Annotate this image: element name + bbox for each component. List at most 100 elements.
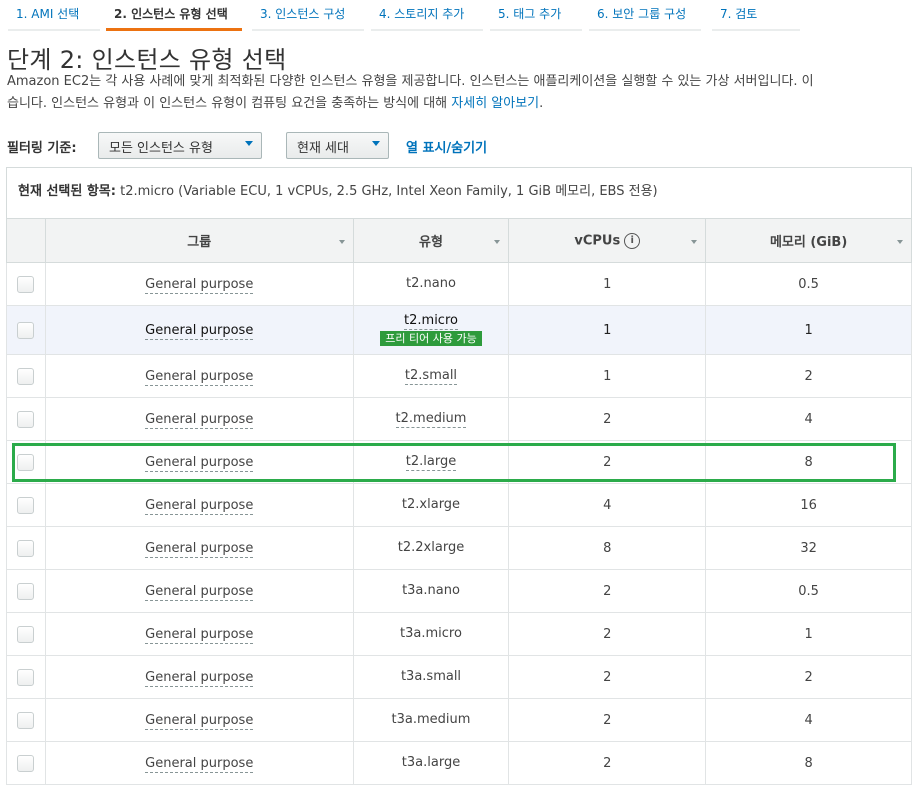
- table-row[interactable]: General purpose t2.medium 2 4: [6, 397, 912, 441]
- memory-value: 16: [800, 497, 817, 513]
- vcpus-cell: 2: [508, 655, 707, 699]
- step-add-tags[interactable]: 5. 태그 추가: [490, 0, 582, 31]
- type-cell: t2.xlarge: [352, 483, 510, 527]
- row-checkbox[interactable]: [17, 582, 35, 600]
- group-column-header[interactable]: 그룹: [44, 218, 354, 263]
- table-row[interactable]: General purpose t2.micro 프리 티어 사용 가능 1 1: [6, 305, 912, 355]
- memory-header-label: 메모리 (GiB): [769, 235, 848, 250]
- row-select-cell[interactable]: [6, 526, 46, 570]
- row-select-cell[interactable]: [6, 397, 46, 441]
- row-checkbox[interactable]: [17, 625, 35, 643]
- description-line-2: 습니다. 인스턴스 유형과 이 인스턴스 유형이 컴퓨팅 요건을 충족하는 방식…: [7, 93, 912, 115]
- row-select-cell[interactable]: [6, 262, 46, 306]
- instance-type-filter-select[interactable]: 모든 인스턴스 유형: [98, 132, 262, 159]
- table-row[interactable]: General purpose t3a.micro 2 1: [6, 612, 912, 656]
- memory-value: 8: [804, 755, 813, 771]
- vcpus-cell: 2: [508, 741, 707, 785]
- group-value: General purpose: [145, 755, 254, 773]
- step-ami[interactable]: 1. AMI 선택: [8, 0, 100, 31]
- group-cell: General purpose: [44, 483, 354, 527]
- group-value: General purpose: [145, 583, 254, 601]
- memory-value: 2: [804, 368, 813, 384]
- row-select-cell[interactable]: [6, 612, 46, 656]
- vcpus-cell: 4: [508, 483, 707, 527]
- type-value: t2.xlarge: [401, 497, 461, 512]
- row-checkbox[interactable]: [17, 275, 35, 293]
- chevron-down-icon: [372, 141, 380, 146]
- memory-value: 1: [804, 626, 813, 642]
- group-value: General purpose: [145, 368, 254, 386]
- group-value: General purpose: [145, 540, 254, 558]
- group-value: General purpose: [145, 276, 254, 294]
- row-select-cell[interactable]: [6, 354, 46, 398]
- row-checkbox[interactable]: [17, 711, 35, 729]
- type-value: t2.nano: [406, 276, 456, 291]
- vcpus-value: 1: [603, 276, 612, 292]
- vcpus-cell: 8: [508, 526, 707, 570]
- memory-cell: 2: [705, 354, 912, 398]
- group-cell: General purpose: [44, 262, 354, 306]
- table-row[interactable]: General purpose t2.xlarge 4 16: [6, 483, 912, 527]
- learn-more-suffix: .: [539, 96, 544, 111]
- row-checkbox[interactable]: [17, 410, 35, 428]
- vcpus-cell: 2: [508, 569, 707, 613]
- type-cell: t3a.medium: [352, 698, 510, 742]
- row-checkbox[interactable]: [17, 367, 35, 385]
- row-select-cell[interactable]: [6, 569, 46, 613]
- description-line-1: Amazon EC2는 각 사용 사례에 맞게 최적화된 다양한 인스턴스 유형…: [7, 74, 814, 89]
- row-checkbox[interactable]: [17, 754, 35, 772]
- vcpus-value: 2: [603, 411, 612, 427]
- group-value: General purpose: [145, 322, 254, 340]
- type-cell: t2.2xlarge: [352, 526, 510, 570]
- vcpus-column-header[interactable]: vCPUs i: [508, 218, 707, 263]
- row-select-cell[interactable]: [6, 655, 46, 699]
- memory-cell: 16: [705, 483, 912, 527]
- row-select-cell[interactable]: [6, 698, 46, 742]
- vcpus-value: 1: [603, 322, 612, 338]
- step-add-storage[interactable]: 4. 스토리지 추가: [371, 0, 483, 31]
- current-selection-value: t2.micro (Variable ECU, 1 vCPUs, 2.5 GHz…: [115, 184, 658, 199]
- table-row[interactable]: General purpose t3a.large 2 8: [6, 741, 912, 785]
- table-row[interactable]: General purpose t2.large 2 8: [6, 440, 912, 484]
- type-column-header[interactable]: 유형: [352, 218, 510, 263]
- table-row[interactable]: General purpose t2.nano 1 0.5: [6, 262, 912, 306]
- type-cell: t3a.small: [352, 655, 510, 699]
- step-configure-instance[interactable]: 3. 인스턴스 구성: [252, 0, 364, 31]
- row-checkbox[interactable]: [17, 668, 35, 686]
- step-instance-type[interactable]: 2. 인스턴스 유형 선택: [106, 0, 242, 31]
- current-selection-label: 현재 선택된 항목:: [18, 184, 116, 199]
- group-value: General purpose: [145, 454, 254, 472]
- vcpus-value: 2: [603, 712, 612, 728]
- free-tier-badge: 프리 티어 사용 가능: [380, 331, 482, 346]
- row-select-cell[interactable]: [6, 305, 46, 355]
- row-select-cell[interactable]: [6, 741, 46, 785]
- row-checkbox[interactable]: [17, 453, 35, 471]
- table-row[interactable]: General purpose t3a.small 2 2: [6, 655, 912, 699]
- row-checkbox[interactable]: [17, 496, 35, 514]
- table-row[interactable]: General purpose t2.small 1 2: [6, 354, 912, 398]
- group-cell: General purpose: [44, 305, 354, 355]
- generation-filter-select[interactable]: 현재 세대: [286, 132, 389, 159]
- vcpus-value: 2: [603, 626, 612, 642]
- row-select-cell[interactable]: [6, 483, 46, 527]
- row-checkbox[interactable]: [17, 539, 35, 557]
- table-row[interactable]: General purpose t2.2xlarge 8 32: [6, 526, 912, 570]
- row-select-cell[interactable]: [6, 440, 46, 484]
- info-icon[interactable]: i: [624, 232, 641, 249]
- wizard-steps: 1. AMI 선택 2. 인스턴스 유형 선택 3. 인스턴스 구성 4. 스토…: [0, 0, 912, 31]
- memory-value: 32: [800, 540, 817, 556]
- vcpus-cell: 2: [508, 397, 707, 441]
- step-review[interactable]: 7. 검토: [712, 0, 800, 31]
- memory-cell: 2: [705, 655, 912, 699]
- row-checkbox[interactable]: [17, 321, 35, 339]
- type-value: t2.2xlarge: [397, 540, 465, 555]
- show-hide-columns-link[interactable]: 열 표시/숨기기: [406, 137, 487, 156]
- step-security-group[interactable]: 6. 보안 그룹 구성: [589, 0, 701, 31]
- group-cell: General purpose: [44, 397, 354, 441]
- table-row[interactable]: General purpose t3a.nano 2 0.5: [6, 569, 912, 613]
- memory-column-header[interactable]: 메모리 (GiB): [705, 218, 912, 263]
- group-header-label: 그룹: [187, 235, 212, 250]
- learn-more-link[interactable]: 자세히 알아보기: [451, 96, 539, 111]
- memory-cell: 4: [705, 698, 912, 742]
- table-row[interactable]: General purpose t3a.medium 2 4: [6, 698, 912, 742]
